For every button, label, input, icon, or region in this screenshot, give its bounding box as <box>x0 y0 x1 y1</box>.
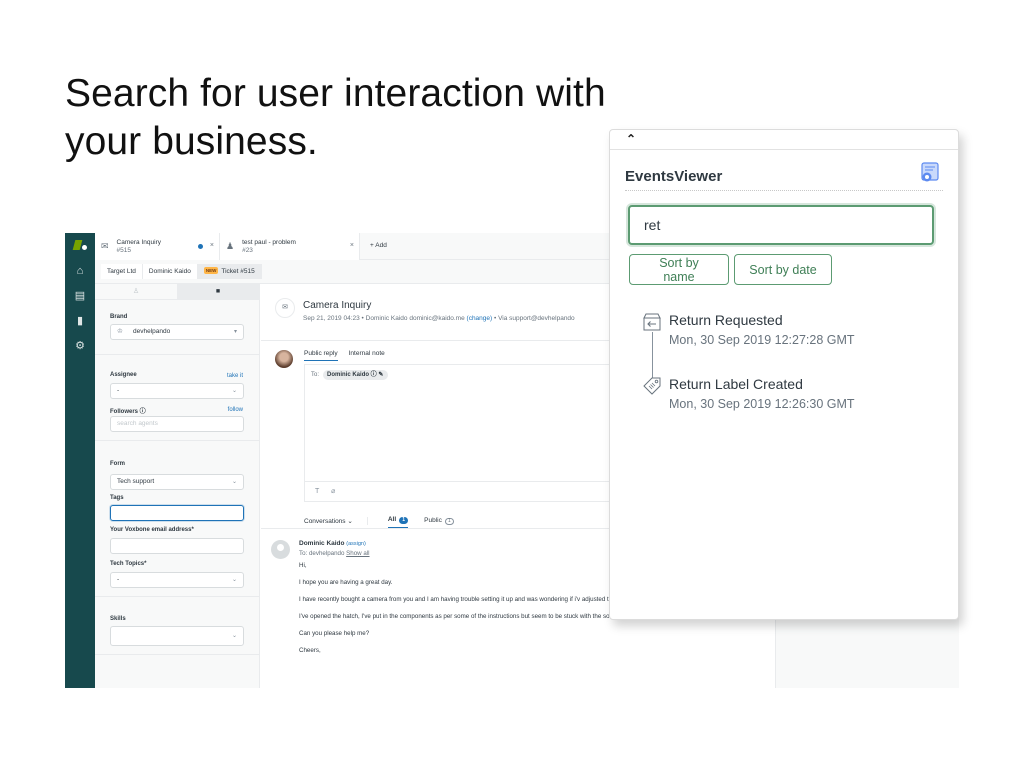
envelope-icon: ✉ <box>275 298 295 318</box>
views-icon[interactable]: ▤ <box>65 289 95 303</box>
followers-label: Followers ⓘ <box>110 409 146 415</box>
event-name: Return Requested <box>669 312 783 328</box>
user-tab-icon[interactable]: ♙ <box>95 284 177 299</box>
event-search-input[interactable] <box>628 205 934 245</box>
breadcrumb-ticket[interactable]: NEW Ticket #515 <box>197 264 262 279</box>
chevron-down-icon: ⌄ <box>231 633 237 639</box>
unread-dot <box>198 244 203 249</box>
assign-link[interactable]: (assign) <box>346 541 366 547</box>
tech-topics-label: Tech Topics* <box>110 561 147 567</box>
panel-header-bar <box>610 130 958 150</box>
nav-rail: ⌂ ▤ ▮ ⚙ <box>65 233 95 688</box>
agent-avatar <box>275 350 293 368</box>
close-tab-icon[interactable]: × <box>210 242 214 249</box>
email-label: Your Voxbone email address* <box>110 527 194 533</box>
label-tag-icon <box>643 377 661 395</box>
event-timestamp: Mon, 30 Sep 2019 12:26:30 GMT <box>669 397 855 411</box>
to-label: To: <box>311 372 320 378</box>
recipient-chip[interactable]: Dominic Kaido ⓘ ✎ <box>323 370 389 380</box>
settings-gear-icon[interactable]: ⚙ <box>65 339 95 353</box>
form-select[interactable]: Tech support ⌄ <box>110 474 244 490</box>
user-icon: ♟ <box>226 241 235 251</box>
message-sender[interactable]: Dominic Kaido <box>299 540 345 547</box>
breadcrumb-organization[interactable]: Target Ltd <box>101 264 143 279</box>
app-title: EventsViewer <box>625 168 723 185</box>
envelope-icon: ✉ <box>101 241 109 251</box>
chevron-down-icon: ▾ <box>233 329 237 335</box>
attachment-icon[interactable]: ⌀ <box>331 488 335 495</box>
headline-line-1: Search for user interaction with <box>65 72 606 115</box>
ticket-title: Camera Inquiry <box>303 300 372 311</box>
brand-select[interactable]: ♔ devhelpando ▾ <box>110 324 244 340</box>
brand-icon: ♔ <box>117 328 123 335</box>
event-name: Return Label Created <box>669 376 803 392</box>
message-paragraph: Can you please help me? <box>299 630 370 637</box>
assignee-label: Assignee <box>110 372 137 378</box>
text-format-icon[interactable]: T <box>315 488 319 495</box>
breadcrumb-requester[interactable]: Dominic Kaido <box>142 264 198 279</box>
close-tab-icon[interactable]: × <box>350 242 354 249</box>
add-tab-button[interactable]: + Add <box>370 242 387 249</box>
followers-input[interactable]: search agents <box>110 416 244 432</box>
take-it-link[interactable]: take it <box>227 373 243 379</box>
ticket-tab-icon[interactable]: ■ <box>177 284 259 299</box>
headline-line-2: your business. <box>65 120 318 163</box>
message-paragraph: Cheers, <box>299 647 321 654</box>
zendesk-logo-icon <box>65 240 95 254</box>
reporting-icon[interactable]: ▮ <box>65 314 95 328</box>
home-icon[interactable]: ⌂ <box>65 264 95 278</box>
collapse-chevron-icon[interactable]: ⌃ <box>626 132 636 146</box>
show-all-link[interactable]: Show all <box>346 550 369 557</box>
email-input[interactable] <box>110 538 244 554</box>
chevron-down-icon: ⌄ <box>231 479 237 485</box>
chevron-down-icon: ⌄ <box>231 388 237 394</box>
sort-by-name-button[interactable]: Sort by name <box>629 254 729 285</box>
title-divider <box>625 190 943 191</box>
form-label: Form <box>110 461 125 467</box>
filter-public[interactable]: Public 1 <box>424 517 454 528</box>
tab-public-reply[interactable]: Public reply <box>304 350 338 361</box>
tags-input[interactable] <box>110 505 244 521</box>
return-box-icon <box>643 313 661 331</box>
tab-camera-inquiry[interactable]: ✉ Camera Inquiry #515 × <box>95 233 220 260</box>
ticket-properties-panel: ♙ ■ Brand ♔ devhelpando ▾ Assignee take … <box>95 284 260 688</box>
headline: Search for user interaction with your bu… <box>65 70 606 166</box>
events-viewer-panel: ⌃ EventsViewer Sort by name Sort by date… <box>609 129 959 620</box>
change-requester-link[interactable]: (change) <box>467 315 493 322</box>
assignee-select[interactable]: - ⌄ <box>110 383 244 399</box>
sort-by-date-button[interactable]: Sort by date <box>734 254 832 285</box>
brand-label: Brand <box>110 314 128 320</box>
skills-label: Skills <box>110 616 126 622</box>
user-avatar <box>271 540 290 559</box>
new-badge: NEW <box>203 267 219 274</box>
tab-internal-note[interactable]: Internal note <box>349 350 385 361</box>
conversations-filter[interactable]: Conversations ⌄ <box>304 516 368 525</box>
tags-label: Tags <box>110 495 124 501</box>
chevron-down-icon: ⌄ <box>231 577 237 583</box>
tab-test-paul[interactable]: ♟ test paul - problem #23 × <box>220 233 360 260</box>
event-timestamp: Mon, 30 Sep 2019 12:27:28 GMT <box>669 333 855 347</box>
follow-link[interactable]: follow <box>228 407 243 413</box>
skills-select[interactable]: ⌄ <box>110 626 244 646</box>
ticket-meta: Sep 21, 2019 04:23 • Dominic Kaido domin… <box>303 315 575 322</box>
tech-topics-select[interactable]: - ⌄ <box>110 572 244 588</box>
events-viewer-logo-icon <box>921 162 939 182</box>
